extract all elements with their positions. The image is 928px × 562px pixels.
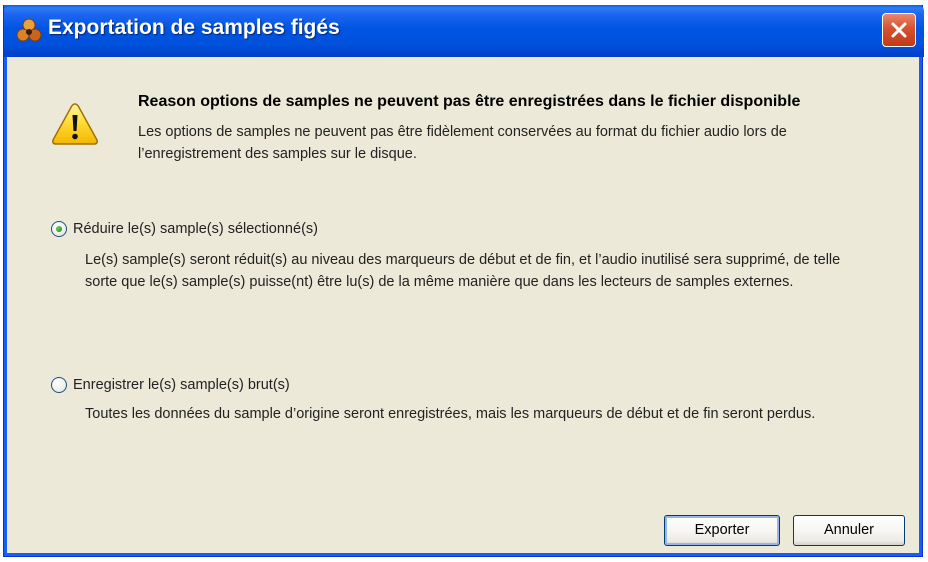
window-title: Exportation de samples figés [48, 16, 340, 39]
option-reduce-description: Le(s) sample(s) seront réduit(s) au nive… [85, 252, 841, 290]
option-raw-label[interactable]: Enregistrer le(s) sample(s) brut(s) [73, 377, 290, 393]
message-description: Les options de samples ne peuvent pas êt… [138, 124, 787, 162]
export-dialog: Exportation de samples figés Reason opti… [3, 5, 924, 557]
option-raw-description: Toutes les données du sample d’origine s… [85, 406, 816, 422]
message-headline: Reason options de samples ne peuvent pas… [138, 93, 801, 110]
option-raw-samples[interactable]: Enregistrer le(s) sample(s) brut(s) [51, 377, 290, 393]
option-reduce-samples[interactable]: Réduire le(s) sample(s) sélectionné(s) [51, 221, 318, 237]
title-bar[interactable]: Exportation de samples figés [4, 5, 924, 57]
close-button[interactable] [882, 13, 916, 47]
warning-icon [52, 103, 98, 145]
reason-app-icon [16, 18, 42, 42]
option-reduce-label[interactable]: Réduire le(s) sample(s) sélectionné(s) [73, 221, 318, 237]
close-icon [891, 22, 907, 38]
cancel-button[interactable]: Annuler [793, 515, 905, 546]
export-button[interactable]: Exporter [664, 515, 780, 546]
radio-reduce-samples[interactable] [51, 221, 67, 237]
radio-raw-samples[interactable] [51, 377, 67, 393]
